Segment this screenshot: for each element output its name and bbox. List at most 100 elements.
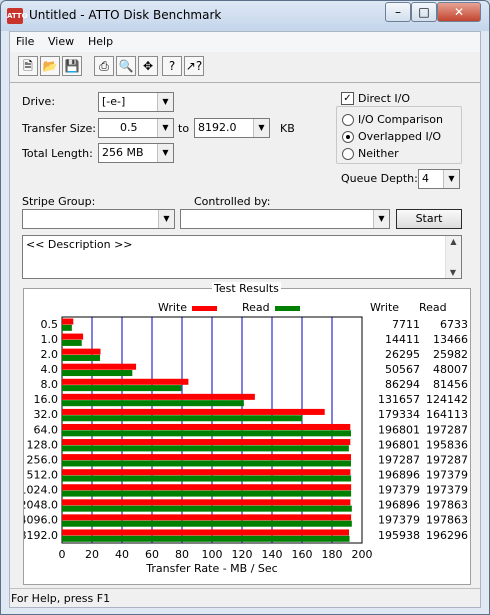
total-length-select[interactable]: 256 MB ▼: [98, 143, 174, 163]
drive-select[interactable]: [-e-] ▼: [98, 92, 174, 112]
neither-radio[interactable]: [342, 148, 354, 160]
save-icon[interactable]: 💾: [62, 56, 82, 76]
write-bar: [62, 469, 351, 476]
description-scrollbar[interactable]: ▲ ▼: [445, 236, 461, 278]
chevron-down-icon[interactable]: ▼: [253, 119, 269, 137]
read-bar: [62, 430, 351, 437]
kb-label: KB: [280, 122, 295, 135]
write-bar: [62, 499, 351, 506]
menu-help[interactable]: Help: [88, 35, 113, 48]
write-value: 14411: [385, 333, 420, 346]
category-label: 64.0: [34, 423, 59, 436]
category-label: 8192.0: [24, 529, 58, 542]
read-value: 197287: [426, 453, 468, 466]
x-tick-label: 0: [59, 548, 66, 561]
x-axis-label: Transfer Rate - MB / Sec: [145, 562, 277, 575]
context-help-icon[interactable]: ↗?: [184, 56, 204, 76]
io-comparison-radio[interactable]: [342, 114, 354, 126]
read-bar: [62, 520, 352, 527]
write-bar: [62, 393, 255, 400]
category-label: 1024.0: [24, 484, 58, 497]
controlled-by-select[interactable]: ▼: [180, 209, 390, 229]
write-value: 197379: [378, 484, 420, 497]
x-tick-label: 80: [175, 548, 189, 561]
new-icon[interactable]: 🗎: [18, 56, 38, 76]
category-label: 1.0: [41, 333, 59, 346]
move-icon[interactable]: ✥: [138, 56, 158, 76]
overlapped-io-radio[interactable]: [342, 131, 354, 143]
category-label: 512.0: [27, 469, 59, 482]
total-length-label: Total Length:: [22, 147, 93, 160]
scroll-down-icon[interactable]: ▼: [446, 268, 460, 277]
atto-app-icon: ATTO: [7, 8, 28, 24]
minimize-button[interactable]: –: [385, 2, 411, 22]
maximize-button[interactable]: □: [411, 2, 437, 22]
to-label: to: [178, 122, 190, 135]
menu-view[interactable]: View: [48, 35, 74, 48]
read-value: 124142: [426, 393, 468, 406]
read-value: 195836: [426, 438, 468, 451]
chevron-down-icon[interactable]: ▼: [157, 93, 173, 111]
write-value: 50567: [385, 363, 420, 376]
print-icon[interactable]: ⎙: [94, 56, 114, 76]
io-comparison-label: I/O Comparison: [358, 113, 443, 126]
chevron-down-icon[interactable]: ▼: [158, 210, 174, 228]
write-value: 196801: [378, 438, 420, 451]
stripe-group-select[interactable]: ▼: [22, 209, 175, 229]
transfer-to-select[interactable]: 8192.0 ▼: [194, 118, 270, 138]
queue-depth-value: 4: [422, 172, 429, 185]
queue-depth-select[interactable]: 4 ▼: [418, 169, 460, 189]
x-tick-label: 160: [292, 548, 313, 561]
write-bar: [62, 318, 74, 325]
status-bar: For Help, press F1: [10, 588, 480, 608]
write-bar: [62, 439, 351, 446]
menu-bar: File View Help: [10, 32, 480, 52]
direct-io-checkbox[interactable]: ✓: [341, 92, 354, 105]
title-bar[interactable]: ATTO Untitled - ATTO Disk Benchmark – □ …: [1, 1, 489, 31]
write-bar: [62, 454, 351, 461]
scroll-up-icon[interactable]: ▲: [446, 236, 461, 246]
write-value: 196801: [378, 423, 420, 436]
stripe-group-label: Stripe Group:: [22, 195, 96, 208]
chevron-down-icon[interactable]: ▼: [373, 210, 389, 228]
read-bar: [62, 400, 244, 407]
write-bar: [62, 514, 352, 521]
write-value: 195938: [378, 529, 420, 542]
print-preview-icon[interactable]: 🔍: [116, 56, 136, 76]
write-bar: [62, 408, 325, 415]
write-bar: [62, 333, 84, 340]
direct-io-label: Direct I/O: [358, 92, 411, 105]
x-tick-label: 20: [85, 548, 99, 561]
category-label: 32.0: [34, 408, 59, 421]
chevron-down-icon[interactable]: ▼: [157, 144, 173, 162]
read-bar: [62, 385, 182, 392]
read-bar: [62, 339, 82, 346]
write-value: 197379: [378, 514, 420, 527]
menu-file[interactable]: File: [16, 35, 34, 48]
x-tick-label: 200: [352, 548, 373, 561]
transfer-from-select[interactable]: 0.5 ▼: [98, 118, 174, 138]
close-button[interactable]: ✕: [437, 2, 481, 22]
start-button[interactable]: Start: [396, 209, 462, 229]
open-icon[interactable]: 📂: [40, 56, 60, 76]
x-tick-label: 100: [202, 548, 223, 561]
read-value: 197379: [426, 469, 468, 482]
category-label: 16.0: [34, 393, 59, 406]
neither-label: Neither: [358, 147, 399, 160]
chevron-down-icon[interactable]: ▼: [443, 170, 459, 188]
app-window: ATTO Untitled - ATTO Disk Benchmark – □ …: [0, 0, 490, 615]
drive-value: [-e-]: [102, 95, 126, 108]
chevron-down-icon[interactable]: ▼: [157, 119, 173, 137]
read-bar: [62, 324, 72, 331]
help-icon[interactable]: ?: [162, 56, 182, 76]
read-value: 196296: [426, 529, 468, 542]
description-box[interactable]: << Description >> ▲ ▼: [22, 235, 462, 279]
read-bar: [62, 535, 350, 542]
category-label: 4.0: [41, 363, 59, 376]
read-bar: [62, 475, 352, 482]
write-bar: [62, 423, 351, 430]
controlled-by-label: Controlled by:: [194, 195, 271, 208]
category-label: 2048.0: [24, 499, 58, 512]
read-value: 197863: [426, 514, 468, 527]
write-value: 196896: [378, 469, 420, 482]
